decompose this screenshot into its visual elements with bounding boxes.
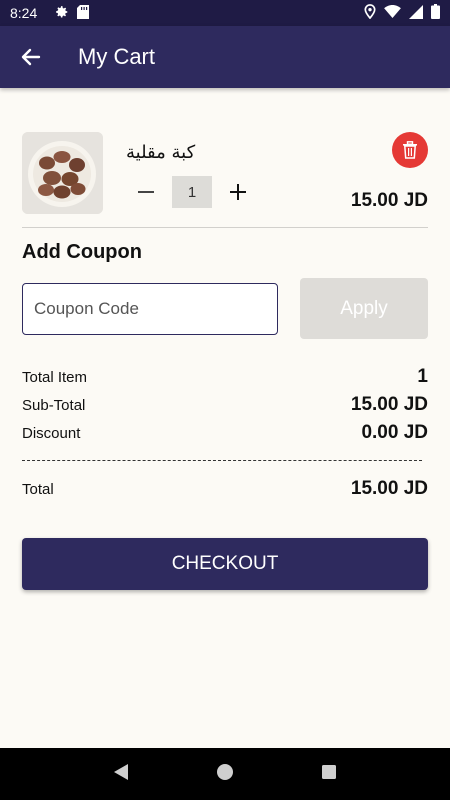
nav-back-icon[interactable] bbox=[113, 763, 129, 786]
wifi-icon bbox=[384, 5, 401, 21]
app-bar: My Cart bbox=[0, 26, 450, 88]
battery-icon bbox=[431, 4, 440, 22]
system-nav-bar bbox=[0, 748, 450, 800]
total-item-label: Total Item bbox=[22, 369, 88, 386]
total-item-value: 1 bbox=[417, 366, 428, 387]
discount-value: 0.00 JD bbox=[361, 422, 428, 443]
location-icon bbox=[364, 4, 376, 22]
summary-discount: Discount 0.00 JD bbox=[22, 422, 428, 444]
checkout-button[interactable]: CHECKOUT bbox=[22, 538, 428, 590]
arrow-left-icon[interactable] bbox=[0, 26, 62, 88]
divider bbox=[22, 227, 428, 228]
product-name: كبة مقلية bbox=[126, 142, 196, 163]
discount-label: Discount bbox=[22, 425, 81, 442]
coupon-code-input[interactable] bbox=[22, 283, 278, 335]
cart-item: كبة مقلية 1 15.00 JD bbox=[22, 132, 428, 216]
nav-home-icon[interactable] bbox=[216, 763, 234, 786]
quantity-stepper: 1 bbox=[132, 176, 252, 208]
summary-total-item: Total Item 1 bbox=[22, 366, 428, 388]
sd-card-icon bbox=[77, 4, 90, 22]
nav-recents-icon[interactable] bbox=[321, 764, 337, 785]
plus-icon[interactable] bbox=[224, 178, 252, 206]
product-image bbox=[22, 132, 103, 214]
total-value: 15.00 JD bbox=[350, 478, 428, 499]
status-time: 8:24 bbox=[10, 5, 38, 21]
status-bar: 8:24 bbox=[0, 0, 450, 26]
quantity-value: 1 bbox=[172, 176, 212, 208]
gear-icon bbox=[55, 5, 69, 22]
subtotal-value: 15.00 JD bbox=[350, 394, 428, 415]
minus-icon[interactable] bbox=[132, 178, 160, 206]
page-title: My Cart bbox=[78, 44, 155, 69]
total-label: Total bbox=[22, 481, 54, 498]
summary-subtotal: Sub-Total 15.00 JD bbox=[22, 394, 428, 416]
trash-icon[interactable] bbox=[392, 132, 428, 168]
item-price: 15.00 JD bbox=[350, 190, 428, 211]
subtotal-label: Sub-Total bbox=[22, 397, 86, 414]
coupon-title: Add Coupon bbox=[22, 241, 142, 263]
apply-button[interactable]: Apply bbox=[300, 278, 428, 339]
signal-icon bbox=[409, 4, 423, 22]
dashed-divider bbox=[22, 460, 422, 461]
summary-total: Total 15.00 JD bbox=[22, 478, 428, 500]
